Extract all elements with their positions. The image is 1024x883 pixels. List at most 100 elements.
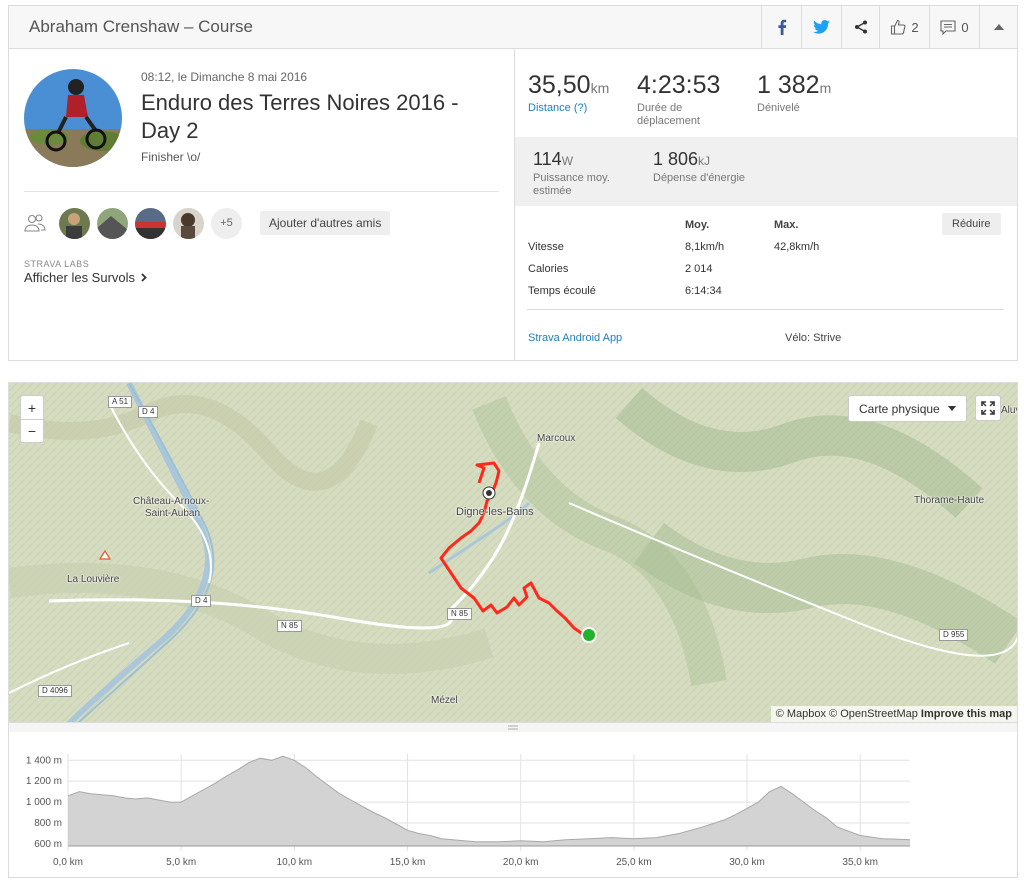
elapsed-time-label: Temps écoulé xyxy=(528,285,596,297)
bike-info: Vélo: Strive xyxy=(785,332,842,344)
road-label: D 4096 xyxy=(38,685,72,697)
zoom-out-button[interactable]: − xyxy=(21,419,43,442)
x-tick-label: 20,0 km xyxy=(503,857,539,868)
table-divider xyxy=(527,309,1004,310)
energy-unit: kJ xyxy=(698,154,711,168)
collapse-button[interactable] xyxy=(979,6,1017,48)
speed-avg: 8,1km/h xyxy=(685,241,725,253)
primary-stats: 35,50km Distance (?) 4:23:53 Durée de dé… xyxy=(515,49,1017,137)
map-resize-handle[interactable] xyxy=(8,723,1018,732)
strava-labs-tag: STRAVA LABS xyxy=(24,259,90,269)
card-header: Abraham Crenshaw – Course 2 0 xyxy=(9,6,1017,49)
place-label: Marcoux xyxy=(537,433,576,444)
friend-avatar[interactable] xyxy=(97,207,128,239)
power-unit: W xyxy=(561,154,574,168)
device-link[interactable]: Strava Android App xyxy=(528,332,622,344)
map-attribution: © Mapbox © OpenStreetMap Improve this ma… xyxy=(770,706,1017,722)
facebook-share-button[interactable] xyxy=(761,6,801,48)
comment-button[interactable]: 0 xyxy=(929,6,979,48)
x-tick-label: 15,0 km xyxy=(390,857,426,868)
y-tick-label: 1 000 m xyxy=(26,797,62,808)
map-terrain xyxy=(9,383,1017,722)
elevation-profile[interactable]: 1 400 m 1 200 m 1 000 m 800 m 600 m 0,0 km 5,0… xyxy=(8,732,1018,878)
y-tick-label: 600 m xyxy=(34,839,62,850)
add-friends-button[interactable]: Ajouter d'autres amis xyxy=(260,211,391,235)
x-tick-label: 30,0 km xyxy=(729,857,765,868)
reduce-button[interactable]: Réduire xyxy=(942,213,1001,235)
elevation-chart: 1 400 m 1 200 m 1 000 m 800 m 600 m 0,0 km 5,0… xyxy=(26,754,911,868)
place-label: Aluve xyxy=(1001,405,1017,416)
distance-label[interactable]: Distance (?) xyxy=(528,102,609,115)
place-label: Château-Arnoux- xyxy=(133,496,210,507)
road-label: D 4 xyxy=(138,406,159,418)
elevation-value: 1 382 xyxy=(757,71,820,99)
calories-label: Calories xyxy=(528,263,569,275)
friends-row: +5 Ajouter d'autres amis xyxy=(24,207,391,239)
place-label: Thorame-Haute xyxy=(914,495,985,506)
kudos-button[interactable]: 2 xyxy=(879,6,929,48)
x-tick-label: 5,0 km xyxy=(166,857,196,868)
athlete-avatar[interactable] xyxy=(24,69,122,167)
drag-handle-icon xyxy=(508,725,518,730)
activity-stats: 35,50km Distance (?) 4:23:53 Durée de dé… xyxy=(515,49,1017,360)
header-actions: 2 0 xyxy=(761,6,1017,48)
power-value: 114 xyxy=(533,149,562,169)
place-label: Mézel xyxy=(431,695,458,706)
x-tick-label: 10,0 km xyxy=(277,857,313,868)
summary-divider xyxy=(24,191,499,192)
moving-time-label-1: Durée de xyxy=(637,102,683,114)
share-button[interactable] xyxy=(841,6,879,48)
caret-down-icon xyxy=(947,406,956,411)
caret-up-icon xyxy=(993,24,1004,30)
energy-stat: 1 806kJ Dépense d'énergie xyxy=(653,149,745,185)
activity-description: Finisher \o/ xyxy=(141,150,201,164)
power-stat: 114W Puissance moy. estimée xyxy=(533,149,610,198)
elevation-stat: 1 382m Dénivelé xyxy=(757,71,831,115)
y-tick-label: 1 400 m xyxy=(26,755,62,766)
friend-avatar[interactable] xyxy=(173,207,204,239)
kudos-count: 2 xyxy=(911,19,919,35)
place-label: Saint-Auban xyxy=(145,508,201,519)
road-label: A 51 xyxy=(108,396,133,408)
place-label: Digne-les-Bains xyxy=(456,506,534,518)
route-map[interactable]: Marcoux Digne-les-Bains Château-Arnoux- … xyxy=(8,382,1018,723)
twitter-share-button[interactable] xyxy=(801,6,841,48)
group-icon xyxy=(24,214,46,232)
road-label: D 4 xyxy=(191,595,212,607)
comment-icon xyxy=(940,19,956,35)
x-tick-label: 25,0 km xyxy=(616,857,652,868)
friend-avatar[interactable] xyxy=(59,207,90,239)
share-icon xyxy=(854,20,867,34)
activity-name: Enduro des Terres Noires 2016 - Day 2 xyxy=(141,90,459,143)
y-tick-label: 800 m xyxy=(34,818,62,829)
elevation-label: Dénivelé xyxy=(757,102,800,114)
activity-summary: 08:12, le Dimanche 8 mai 2016 Enduro des… xyxy=(9,49,515,360)
energy-label: Dépense d'énergie xyxy=(653,172,746,184)
energy-value: 1 806 xyxy=(653,149,699,169)
secondary-stats: 114W Puissance moy. estimée 1 806kJ Dépe… xyxy=(515,137,1017,206)
map-type-label: Carte physique xyxy=(859,401,940,416)
calories-avg: 2 014 xyxy=(685,263,713,275)
facebook-icon xyxy=(777,19,786,35)
fullscreen-button[interactable] xyxy=(975,395,1001,421)
speed-label: Vitesse xyxy=(528,241,564,253)
distance-value: 35,50 xyxy=(528,71,591,99)
chevron-right-icon xyxy=(141,273,147,282)
twitter-icon xyxy=(813,20,830,34)
map-type-dropdown[interactable]: Carte physique xyxy=(848,395,967,422)
road-label: N 85 xyxy=(447,608,472,620)
improve-map-link[interactable]: Improve this map xyxy=(921,708,1012,720)
zoom-in-button[interactable]: + xyxy=(21,396,43,419)
elapsed-time-avg: 6:14:34 xyxy=(685,285,722,297)
distance-stat: 35,50km Distance (?) xyxy=(528,71,609,115)
flyby-link[interactable]: Afficher les Survols xyxy=(24,270,147,285)
more-friends-badge[interactable]: +5 xyxy=(211,207,242,239)
activity-owner-title: Abraham Crenshaw – Course xyxy=(29,17,253,36)
friend-avatar[interactable] xyxy=(135,207,166,239)
speed-max: 42,8km/h xyxy=(774,241,820,253)
x-tick-label: 35,0 km xyxy=(842,857,878,868)
road-label: N 85 xyxy=(277,620,302,632)
moving-time-label-2: déplacement xyxy=(637,115,700,127)
x-tick-label: 0,0 km xyxy=(53,857,83,868)
moving-time-value: 4:23:53 xyxy=(637,71,721,99)
